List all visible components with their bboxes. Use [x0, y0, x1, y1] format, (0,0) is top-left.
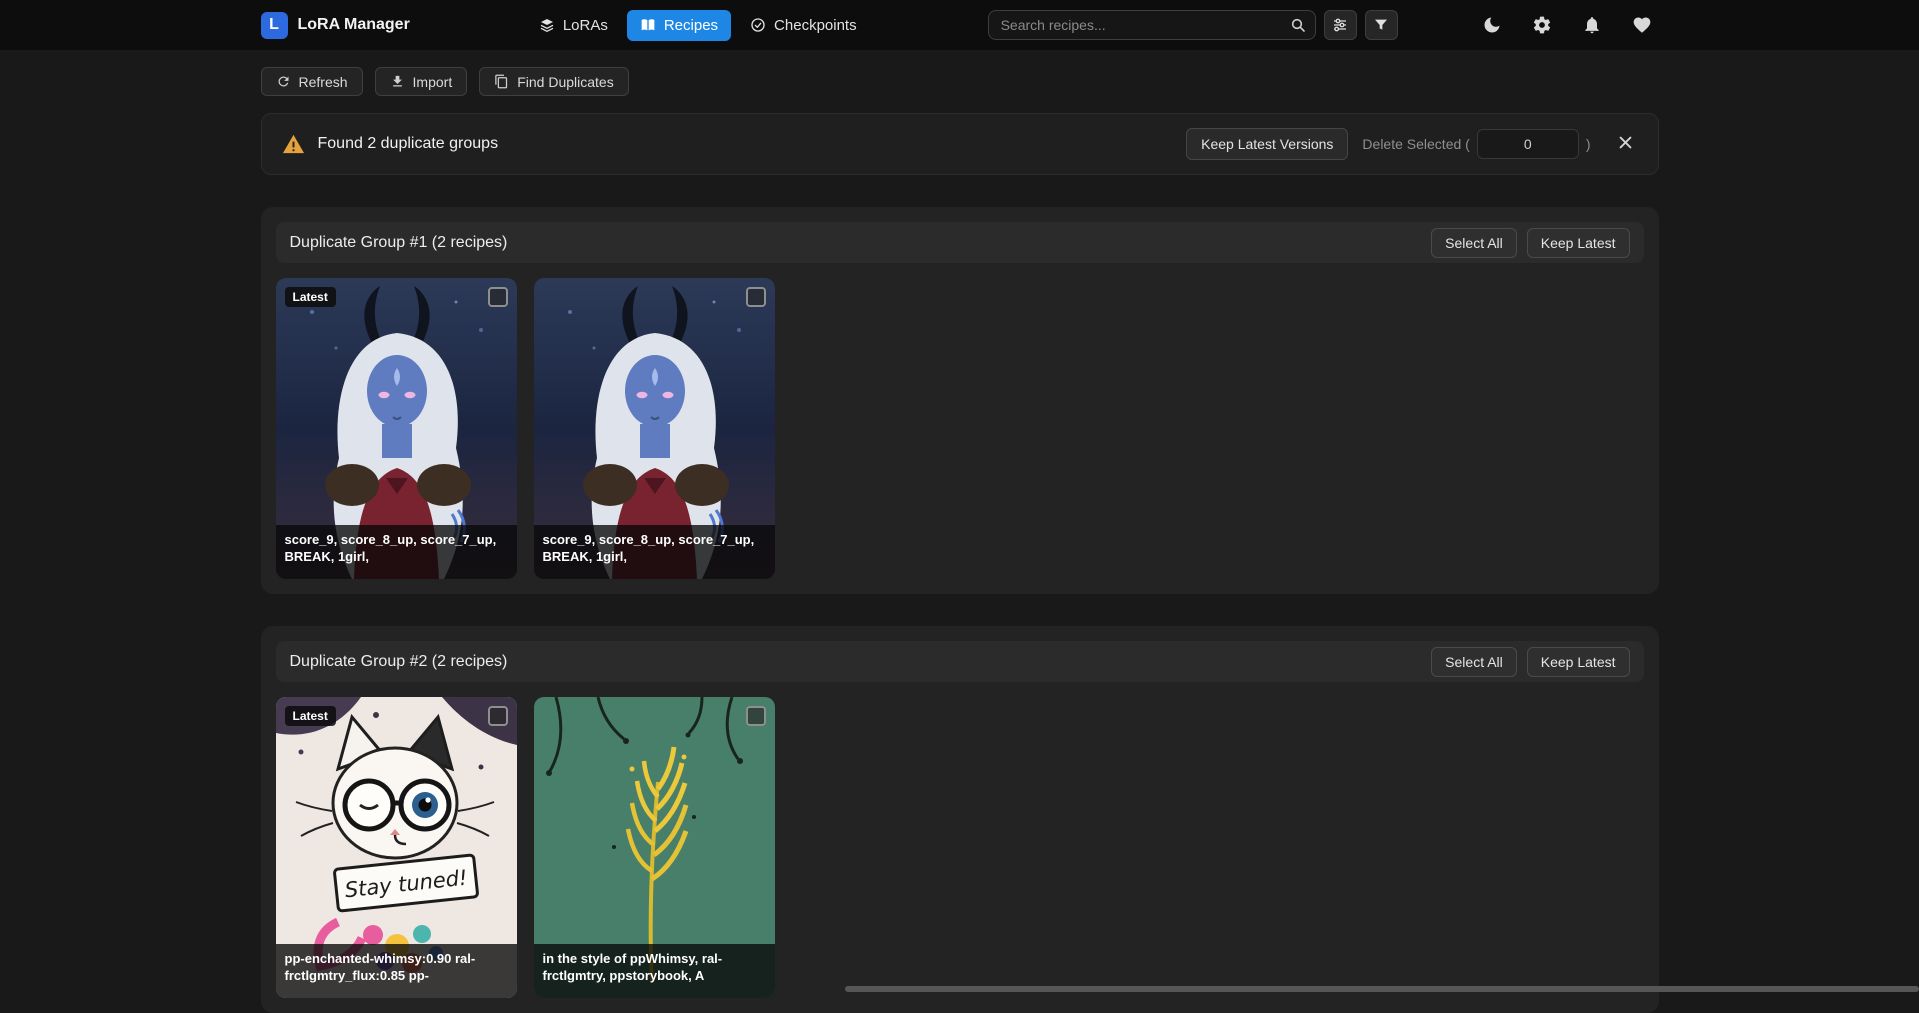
- group-header: Duplicate Group #1 (2 recipes) Select Al…: [276, 222, 1644, 263]
- import-icon: [390, 74, 405, 89]
- search-icon: [1290, 17, 1306, 33]
- delete-selected-control: Delete Selected ( ): [1362, 129, 1590, 159]
- search-box: [988, 10, 1316, 40]
- notifications-button[interactable]: [1575, 8, 1609, 42]
- sliders-button[interactable]: [1324, 10, 1357, 40]
- recipe-caption: score_9, score_8_up, score_7_up, BREAK, …: [276, 525, 517, 579]
- keep-latest-button[interactable]: Keep Latest: [1527, 647, 1630, 677]
- search-group: [988, 10, 1398, 40]
- tab-label: LoRAs: [563, 17, 608, 34]
- card-checkbox[interactable]: [746, 706, 766, 726]
- tab-recipes[interactable]: Recipes: [627, 10, 731, 41]
- card-checkbox[interactable]: [488, 287, 508, 307]
- import-label: Import: [413, 74, 453, 90]
- toolbar: Refresh Import Find Duplicates: [261, 67, 1659, 96]
- delete-selected-suffix: ): [1586, 136, 1591, 152]
- settings-button[interactable]: [1525, 8, 1559, 42]
- favorites-button[interactable]: [1625, 8, 1659, 42]
- dark-mode-button[interactable]: [1475, 8, 1509, 42]
- latest-badge: Latest: [285, 287, 336, 307]
- refresh-button[interactable]: Refresh: [261, 67, 363, 96]
- app-title: LoRA Manager: [298, 16, 410, 34]
- warning-icon: [282, 133, 305, 156]
- funnel-icon: [1373, 17, 1389, 33]
- find-duplicates-label: Find Duplicates: [517, 74, 614, 90]
- recipe-card[interactable]: Latest score_9, score_8_up, score_7_up, …: [276, 278, 517, 579]
- refresh-label: Refresh: [299, 74, 348, 90]
- recipe-caption: score_9, score_8_up, score_7_up, BREAK, …: [534, 525, 775, 579]
- recipe-card[interactable]: in the style of ppWhimsy, ral-frctlgmtry…: [534, 697, 775, 998]
- tab-checkpoints[interactable]: Checkpoints: [737, 10, 870, 41]
- delete-count-input[interactable]: [1477, 129, 1579, 159]
- latest-badge: Latest: [285, 706, 336, 726]
- moon-icon: [1482, 15, 1502, 35]
- tab-loras[interactable]: LoRAs: [526, 10, 621, 41]
- find-duplicates-button[interactable]: Find Duplicates: [479, 67, 629, 96]
- heart-icon: [1632, 15, 1652, 35]
- card-row: Stay tuned! Latest pp-enchanted-whimsy:0…: [276, 697, 1644, 998]
- sliders-icon: [1332, 17, 1348, 33]
- import-button[interactable]: Import: [375, 67, 468, 96]
- app-logo: L: [261, 12, 288, 39]
- duplicate-group-1: Duplicate Group #1 (2 recipes) Select Al…: [261, 207, 1659, 594]
- card-checkbox[interactable]: [746, 287, 766, 307]
- banner-message: Found 2 duplicate groups: [318, 135, 499, 153]
- group-title: Duplicate Group #1 (2 recipes): [290, 234, 508, 252]
- tab-label: Recipes: [664, 17, 718, 34]
- gear-icon: [1532, 15, 1552, 35]
- copy-icon: [494, 74, 509, 89]
- card-checkbox[interactable]: [488, 706, 508, 726]
- funnel-button[interactable]: [1365, 10, 1398, 40]
- group-title: Duplicate Group #2 (2 recipes): [290, 653, 508, 671]
- duplicate-banner: Found 2 duplicate groups Keep Latest Ver…: [261, 113, 1659, 175]
- tab-label: Checkpoints: [774, 17, 857, 34]
- navbar: L LoRA Manager LoRAs Recipes: [0, 0, 1919, 50]
- banner-close-button[interactable]: [1613, 130, 1638, 158]
- recipe-card[interactable]: Stay tuned! Latest pp-enchanted-whimsy:0…: [276, 697, 517, 998]
- horizontal-scrollbar: [0, 985, 1919, 993]
- nav-icon-cluster: [1475, 8, 1659, 42]
- card-row: Latest score_9, score_8_up, score_7_up, …: [276, 278, 1644, 579]
- bell-icon: [1582, 15, 1602, 35]
- select-all-button[interactable]: Select All: [1431, 647, 1517, 677]
- select-all-button[interactable]: Select All: [1431, 228, 1517, 258]
- delete-selected-label: Delete Selected (: [1362, 136, 1469, 152]
- duplicate-group-2: Duplicate Group #2 (2 recipes) Select Al…: [261, 626, 1659, 1013]
- brand: L LoRA Manager: [261, 12, 410, 39]
- search-input[interactable]: [988, 10, 1316, 40]
- layers-icon: [539, 17, 555, 33]
- close-icon: [1617, 134, 1634, 151]
- main-content: Refresh Import Find Duplicates Found 2 d…: [261, 67, 1659, 1013]
- refresh-icon: [276, 74, 291, 89]
- group-header: Duplicate Group #2 (2 recipes) Select Al…: [276, 641, 1644, 682]
- nav-tabs: LoRAs Recipes Checkpoints: [526, 10, 870, 41]
- keep-latest-button[interactable]: Keep Latest: [1527, 228, 1630, 258]
- recipe-card[interactable]: score_9, score_8_up, score_7_up, BREAK, …: [534, 278, 775, 579]
- keep-latest-versions-button[interactable]: Keep Latest Versions: [1186, 128, 1348, 160]
- check-circle-icon: [750, 17, 766, 33]
- horizontal-scrollbar-thumb[interactable]: [845, 986, 1919, 992]
- book-icon: [640, 17, 656, 33]
